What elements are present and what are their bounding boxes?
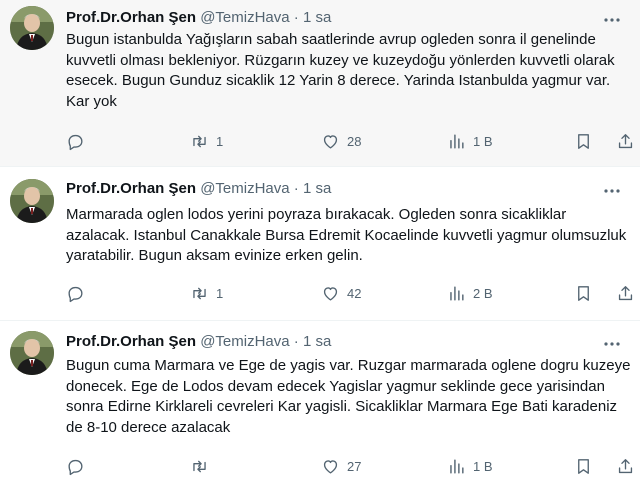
- bookmark-button[interactable]: [574, 455, 593, 477]
- views-button[interactable]: 1 B: [447, 455, 493, 477]
- like-button[interactable]: 42: [321, 282, 361, 304]
- view-count: 1 B: [473, 133, 493, 149]
- bookmark-button[interactable]: [574, 130, 593, 152]
- heart-icon: [323, 459, 338, 474]
- tweet-header: Prof.Dr.Orhan Şen @TemizHava · 1 sa: [66, 332, 331, 352]
- author-handle[interactable]: @TemizHava: [200, 9, 289, 26]
- like-button[interactable]: 28: [321, 130, 361, 152]
- reply-button[interactable]: [66, 282, 92, 304]
- share-upload-icon: [618, 285, 633, 300]
- author-name[interactable]: Prof.Dr.Orhan Şen: [66, 333, 196, 350]
- speech-bubble-icon: [68, 459, 83, 475]
- bookmark-icon: [578, 285, 589, 301]
- tweet-actions: 27 1 B: [66, 455, 635, 477]
- heart-icon: [323, 286, 338, 301]
- retweet-arrows-icon: [193, 460, 206, 472]
- like-count: 27: [347, 458, 362, 474]
- like-count: 28: [347, 133, 362, 149]
- avatar-photo: [10, 179, 54, 223]
- bookmark-icon: [578, 458, 589, 474]
- retweet-button[interactable]: [190, 455, 216, 477]
- tweet-feed: Prof.Dr.Orhan Şen @TemizHava · 1 sa Bugu…: [0, 0, 640, 485]
- share-button[interactable]: [616, 130, 635, 152]
- tweet-actions: 1 42 2 B: [66, 282, 635, 304]
- reply-button[interactable]: [66, 455, 92, 477]
- timestamp[interactable]: 1 sa: [303, 9, 331, 26]
- avatar[interactable]: [10, 331, 54, 375]
- views-button[interactable]: 2 B: [447, 282, 493, 304]
- tweet-actions: 1 28 1 B: [66, 130, 635, 152]
- avatar[interactable]: [10, 179, 54, 223]
- tweet[interactable]: Prof.Dr.Orhan Şen @TemizHava · 1 sa Bugu…: [0, 0, 640, 166]
- share-upload-icon: [618, 458, 633, 473]
- like-button[interactable]: 27: [321, 455, 361, 477]
- more-dots-icon[interactable]: [602, 334, 622, 354]
- tweet-text: Marmarada oglen lodos yerini poyraza bır…: [66, 206, 627, 264]
- share-upload-icon: [618, 133, 633, 148]
- author-handle[interactable]: @TemizHava: [200, 333, 289, 350]
- avatar[interactable]: [10, 6, 54, 50]
- reply-button[interactable]: [66, 130, 92, 152]
- speech-bubble-icon: [68, 286, 83, 302]
- timestamp[interactable]: 1 sa: [303, 333, 331, 350]
- view-count: 1 B: [473, 458, 493, 474]
- tweet-text: Bugun cuma Marmara ve Ege de yagis var. …: [66, 357, 631, 436]
- bar-chart-icon: [450, 458, 464, 474]
- avatar-photo: [10, 6, 54, 50]
- retweet-count: 1: [216, 133, 224, 149]
- retweet-count: 1: [216, 285, 224, 301]
- more-dots-icon[interactable]: [602, 10, 622, 30]
- author-name[interactable]: Prof.Dr.Orhan Şen: [66, 180, 196, 197]
- separator-dot: ·: [293, 9, 299, 26]
- bookmark-icon: [578, 133, 589, 149]
- speech-bubble-icon: [68, 134, 83, 150]
- bookmark-button[interactable]: [574, 282, 593, 304]
- more-dots-icon[interactable]: [602, 181, 622, 201]
- bar-chart-icon: [450, 285, 464, 301]
- like-count: 42: [347, 285, 362, 301]
- tweet-header: Prof.Dr.Orhan Şen @TemizHava · 1 sa: [66, 179, 331, 199]
- author-handle[interactable]: @TemizHava: [200, 180, 289, 197]
- share-button[interactable]: [616, 282, 635, 304]
- separator-dot: ·: [293, 333, 299, 350]
- retweet-arrows-icon: [193, 287, 206, 299]
- avatar-photo: [10, 331, 54, 375]
- tweet-header: Prof.Dr.Orhan Şen @TemizHava · 1 sa: [66, 8, 331, 28]
- tweet-text: Bugun istanbulda Yağışların sabah saatle…: [66, 31, 615, 110]
- heart-icon: [323, 134, 338, 149]
- view-count: 2 B: [473, 285, 493, 301]
- retweet-button[interactable]: 1: [190, 130, 223, 152]
- retweet-button[interactable]: 1: [190, 282, 223, 304]
- bar-chart-icon: [450, 133, 464, 149]
- retweet-arrows-icon: [193, 135, 206, 147]
- views-button[interactable]: 1 B: [447, 130, 493, 152]
- tweet[interactable]: Prof.Dr.Orhan Şen @TemizHava · 1 sa Marm…: [0, 167, 640, 320]
- tweet[interactable]: Prof.Dr.Orhan Şen @TemizHava · 1 sa Bugu…: [0, 321, 640, 485]
- timestamp[interactable]: 1 sa: [303, 180, 331, 197]
- share-button[interactable]: [616, 455, 635, 477]
- separator-dot: ·: [293, 180, 299, 197]
- author-name[interactable]: Prof.Dr.Orhan Şen: [66, 9, 196, 26]
